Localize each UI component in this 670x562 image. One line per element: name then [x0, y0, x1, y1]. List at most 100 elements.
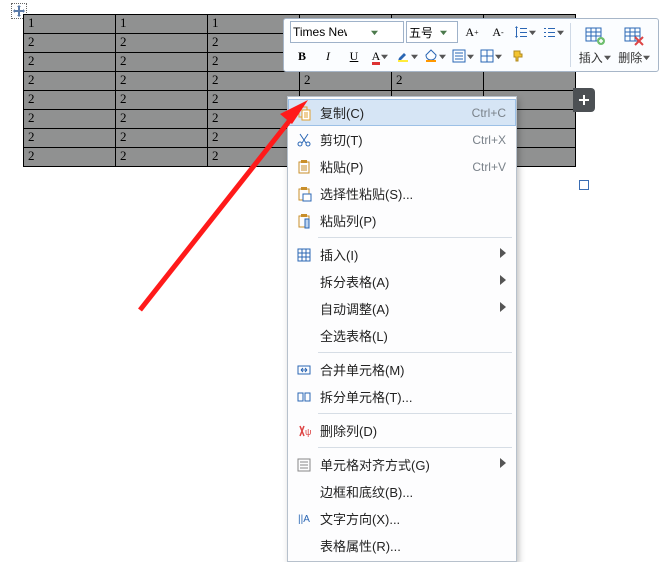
menu-item-label: 单元格对齐方式(G) — [314, 455, 500, 474]
submenu-arrow-icon — [500, 248, 506, 261]
menu-item-label: 拆分表格(A) — [314, 272, 500, 291]
menu-item-label: 剪切(T) — [314, 130, 472, 149]
line-spacing-button[interactable] — [512, 21, 538, 43]
italic-button[interactable]: I — [316, 45, 340, 67]
menu-item-label: 删除列(D) — [314, 421, 506, 440]
grid-icon — [294, 247, 314, 263]
table-cell[interactable]: 2 — [116, 110, 208, 129]
menu-item[interactable]: 选择性粘贴(S)... — [288, 180, 516, 207]
table-cell[interactable]: 2 — [300, 72, 392, 91]
menu-item[interactable]: 自动调整(A) — [288, 295, 516, 322]
table-cell[interactable]: 2 — [24, 72, 116, 91]
menu-item-shortcut: Ctrl+X — [472, 133, 506, 147]
menu-item-label: 选择性粘贴(S)... — [314, 184, 506, 203]
menu-item-shortcut: Ctrl+V — [472, 160, 506, 174]
menu-item[interactable]: 拆分表格(A) — [288, 268, 516, 295]
delcol-icon: ψ — [294, 423, 314, 439]
font-size-value: 五号 — [409, 24, 432, 41]
table-cell[interactable]: 2 — [24, 91, 116, 110]
menu-item[interactable]: 复制(C)Ctrl+C — [288, 99, 516, 126]
highlight-button[interactable] — [394, 45, 420, 67]
shading-button[interactable] — [422, 45, 448, 67]
submenu-arrow-icon — [500, 458, 506, 471]
table-cell[interactable]: 2 — [116, 72, 208, 91]
table-cell[interactable]: 2 — [392, 72, 484, 91]
table-cell[interactable]: 2 — [116, 129, 208, 148]
table-cell[interactable]: 1 — [24, 15, 116, 34]
align-button[interactable] — [450, 45, 476, 67]
table-cell[interactable]: 2 — [208, 148, 300, 167]
menu-item[interactable]: ||A 文字方向(X)... — [288, 505, 516, 532]
table-cell[interactable]: 2 — [116, 53, 208, 72]
add-column-tab[interactable] — [573, 88, 595, 112]
grow-font-button[interactable]: A+ — [460, 21, 484, 43]
menu-item[interactable]: 粘贴列(P) — [288, 207, 516, 234]
table-cell[interactable]: 2 — [24, 148, 116, 167]
textdir-icon: ||A — [294, 511, 314, 527]
table-cell[interactable]: 2 — [24, 129, 116, 148]
menu-item-label: 全选表格(L) — [314, 326, 506, 345]
font-color-button[interactable]: A — [368, 45, 392, 67]
menu-item-label: 插入(I) — [314, 245, 500, 264]
menu-item[interactable]: 边框和底纹(B)... — [288, 478, 516, 505]
menu-item-label: 拆分单元格(T)... — [314, 387, 506, 406]
align-icon — [294, 457, 314, 473]
svg-text:ψ: ψ — [305, 427, 311, 437]
menu-item[interactable]: 单元格对齐方式(G) — [288, 451, 516, 478]
context-menu: 复制(C)Ctrl+C剪切(T)Ctrl+X粘贴(P)Ctrl+V选择性粘贴(S… — [287, 96, 517, 562]
table-cell[interactable]: 2 — [208, 72, 300, 91]
merge-icon — [294, 362, 314, 378]
shrink-font-button[interactable]: A- — [486, 21, 510, 43]
cut-icon — [294, 132, 314, 148]
menu-item[interactable]: 合并单元格(M) — [288, 356, 516, 383]
borders-button[interactable] — [478, 45, 504, 67]
font-size-select[interactable]: 五号 — [406, 21, 458, 43]
table-delete-icon — [623, 25, 645, 47]
mini-toolbar: Times New Rom 五号 A+ A- B I U A — [283, 18, 659, 72]
menu-item-label: 粘贴列(P) — [314, 211, 506, 230]
menu-item[interactable]: 表格属性(R)... — [288, 532, 516, 559]
submenu-arrow-icon — [500, 275, 506, 288]
format-painter-button[interactable] — [506, 45, 530, 67]
table-cell[interactable] — [484, 72, 576, 91]
table-cell[interactable]: 2 — [24, 53, 116, 72]
table-insert-icon — [584, 25, 606, 47]
menu-item[interactable]: 粘贴(P)Ctrl+V — [288, 153, 516, 180]
font-family-select[interactable]: Times New Rom — [290, 21, 404, 43]
menu-item[interactable]: 插入(I) — [288, 241, 516, 268]
table-cell[interactable]: 2 — [116, 148, 208, 167]
table-cell[interactable]: 2 — [208, 129, 300, 148]
menu-item-shortcut: Ctrl+C — [472, 106, 506, 120]
paste2-icon — [294, 186, 314, 202]
underline-button[interactable]: U — [342, 45, 366, 67]
table-cell[interactable]: 2 — [116, 91, 208, 110]
menu-item-label: 文字方向(X)... — [314, 509, 506, 528]
menu-item[interactable]: ψ删除列(D) — [288, 417, 516, 444]
table-cell[interactable]: 1 — [116, 15, 208, 34]
font-family-value: Times New Rom — [293, 25, 347, 39]
copy-icon — [294, 105, 314, 121]
menu-item-label: 边框和底纹(B)... — [314, 482, 506, 501]
submenu-arrow-icon — [500, 302, 506, 315]
menu-item[interactable]: 拆分单元格(T)... — [288, 383, 516, 410]
table-resize-handle[interactable] — [579, 180, 589, 190]
table-cell[interactable]: 2 — [208, 91, 300, 110]
menu-item-label: 合并单元格(M) — [314, 360, 506, 379]
insert-dropdown[interactable]: 插入 — [575, 21, 615, 69]
table-cell[interactable]: 2 — [116, 34, 208, 53]
table-cell[interactable]: 2 — [24, 34, 116, 53]
table-cell[interactable]: 2 — [208, 110, 300, 129]
delete-dropdown[interactable]: 删除 — [614, 21, 654, 69]
menu-item-label: 表格属性(R)... — [314, 536, 506, 555]
svg-text:||A: ||A — [298, 514, 310, 525]
bold-button[interactable]: B — [290, 45, 314, 67]
menu-item-label: 粘贴(P) — [314, 157, 472, 176]
table-cell[interactable]: 2 — [24, 110, 116, 129]
menu-item[interactable]: 全选表格(L) — [288, 322, 516, 349]
menu-item[interactable]: 剪切(T)Ctrl+X — [288, 126, 516, 153]
list-button[interactable] — [540, 21, 566, 43]
menu-item-label: 自动调整(A) — [314, 299, 500, 318]
paste-icon — [294, 159, 314, 175]
paste3-icon — [294, 213, 314, 229]
menu-item-label: 复制(C) — [314, 103, 472, 122]
